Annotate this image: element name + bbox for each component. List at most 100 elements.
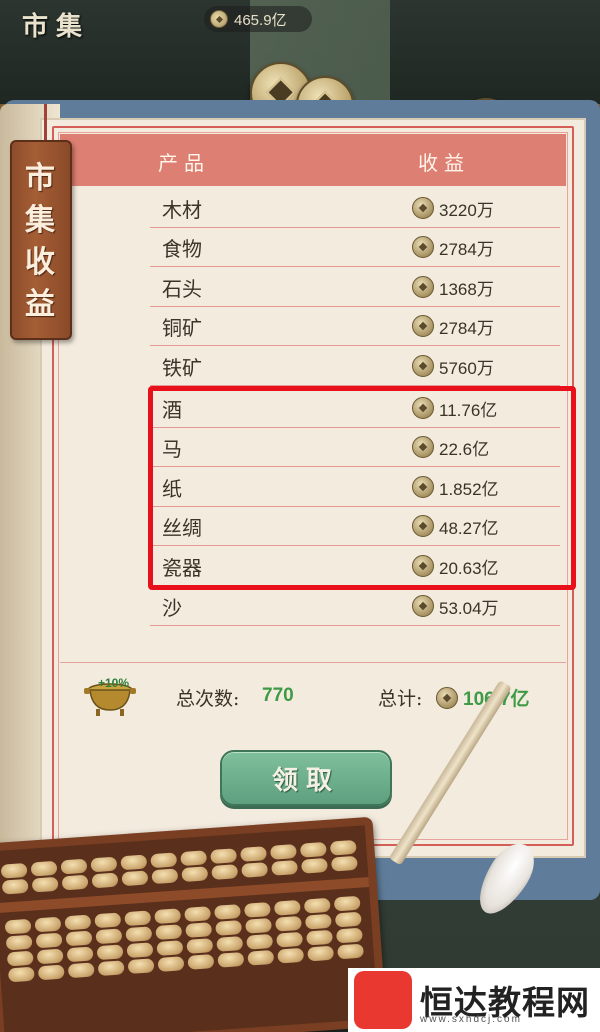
summary-divider	[60, 662, 566, 663]
abacus-bead	[334, 911, 362, 928]
coin-icon	[412, 595, 434, 617]
table-row: 石头 1368万	[150, 267, 560, 307]
currency-display: 465.9亿	[204, 6, 312, 32]
income-amount: 53.04万	[439, 598, 499, 618]
product-name: 沙	[162, 596, 182, 620]
abacus-bead	[1, 878, 29, 895]
table-row: 食物 2784万	[150, 227, 560, 267]
coin-icon	[412, 355, 434, 377]
product-name: 食物	[162, 237, 202, 261]
watermark-logo-icon	[354, 971, 412, 1029]
abacus-bead	[37, 964, 65, 981]
abacus-bead	[124, 910, 152, 927]
abacus-bead	[94, 912, 122, 929]
table-row: 木材 3220万	[150, 188, 560, 228]
top-bar: 市集 465.9亿	[0, 0, 600, 44]
abacus-bead	[6, 950, 34, 967]
abacus-bead	[306, 929, 333, 946]
abacus-bead	[36, 948, 64, 965]
abacus-bead	[243, 901, 271, 918]
abacus-bead	[217, 951, 245, 968]
income-amount: 2784万	[439, 239, 494, 259]
table-row: 铁矿 5760万	[150, 346, 560, 386]
income-amount: 2784万	[439, 318, 494, 338]
income-amount: 3220万	[439, 200, 494, 220]
abacus-bead	[273, 899, 301, 916]
income-value: 3220万	[412, 196, 494, 220]
bookmark-label: 市集收益	[25, 161, 55, 322]
income-value: 1368万	[412, 275, 494, 299]
abacus-bead	[241, 862, 269, 878]
product-name: 木材	[162, 198, 202, 222]
abacus-bead	[5, 934, 33, 951]
abacus-bead	[186, 938, 214, 954]
abacus-bead	[245, 917, 272, 934]
product-name: 铁矿	[162, 356, 202, 380]
table-row: 沙 53.04万	[150, 586, 560, 626]
table-header-band	[60, 134, 566, 186]
income-value: 5760万	[412, 354, 494, 378]
abacus-bead	[247, 949, 275, 966]
abacus-bead	[240, 846, 267, 862]
abacus-bead	[304, 913, 332, 930]
claim-button[interactable]: 领取	[220, 750, 392, 806]
abacus-bead	[67, 962, 95, 979]
income-amount: 5760万	[439, 358, 494, 378]
watermark-url: www.sxhdcj.com	[420, 1014, 522, 1025]
abacus-bead	[214, 904, 241, 920]
abacus-bead	[60, 858, 88, 875]
abacus-bead	[271, 860, 299, 876]
coin-icon	[412, 197, 434, 219]
abacus-bead	[277, 947, 305, 964]
abacus-bead	[125, 926, 153, 943]
abacus-bead	[210, 848, 238, 865]
total-count-value: 770	[262, 685, 294, 706]
income-value: 53.04万	[412, 594, 499, 618]
abacus-bead	[181, 866, 209, 883]
abacus-bead	[120, 854, 148, 871]
product-name: 石头	[162, 277, 202, 301]
abacus-bead	[34, 916, 62, 933]
income-value: 2784万	[412, 314, 494, 338]
table-row: 铜矿 2784万	[150, 306, 560, 346]
abacus-bead	[126, 942, 154, 959]
abacus-bead	[35, 932, 63, 949]
abacus-bead	[157, 956, 185, 972]
abacus-bead	[333, 895, 361, 912]
abacus-bead	[97, 960, 125, 977]
abacus-bead	[156, 940, 184, 956]
abacus-bead	[276, 931, 304, 948]
abacus-bead	[127, 958, 155, 975]
column-header-product: 产品	[158, 151, 210, 175]
abacus-bead	[330, 855, 358, 872]
abacus-bead	[4, 918, 32, 935]
abacus-bead	[275, 915, 302, 932]
abacus-bead	[269, 844, 297, 860]
coin-icon	[412, 315, 434, 337]
abacus-bead	[95, 928, 123, 945]
abacus-bead	[329, 839, 357, 856]
currency-amount: 465.9亿	[234, 11, 287, 29]
abacus-bead	[66, 946, 94, 963]
bookmark-string	[44, 104, 47, 144]
abacus-decoration	[0, 816, 387, 1032]
abacus-bead	[61, 874, 89, 891]
abacus-bead	[185, 922, 213, 938]
abacus-bead	[301, 857, 328, 874]
column-header-income: 收益	[418, 151, 470, 175]
highlight-annotation-box	[148, 386, 576, 590]
coin-icon	[210, 10, 228, 28]
abacus-bead	[307, 945, 335, 962]
abacus-bead	[91, 872, 119, 889]
coin-icon	[412, 276, 434, 298]
coin-icon	[412, 236, 434, 258]
abacus-bead	[180, 850, 208, 867]
abacus-bead	[187, 954, 215, 970]
abacus-bead	[216, 936, 244, 952]
market-title: 市集	[22, 12, 91, 42]
abacus-bead	[121, 870, 149, 887]
abacus-bead	[215, 920, 243, 936]
product-name: 铜矿	[162, 316, 202, 340]
income-value: 2784万	[412, 235, 494, 259]
abacus-bead	[96, 944, 124, 961]
